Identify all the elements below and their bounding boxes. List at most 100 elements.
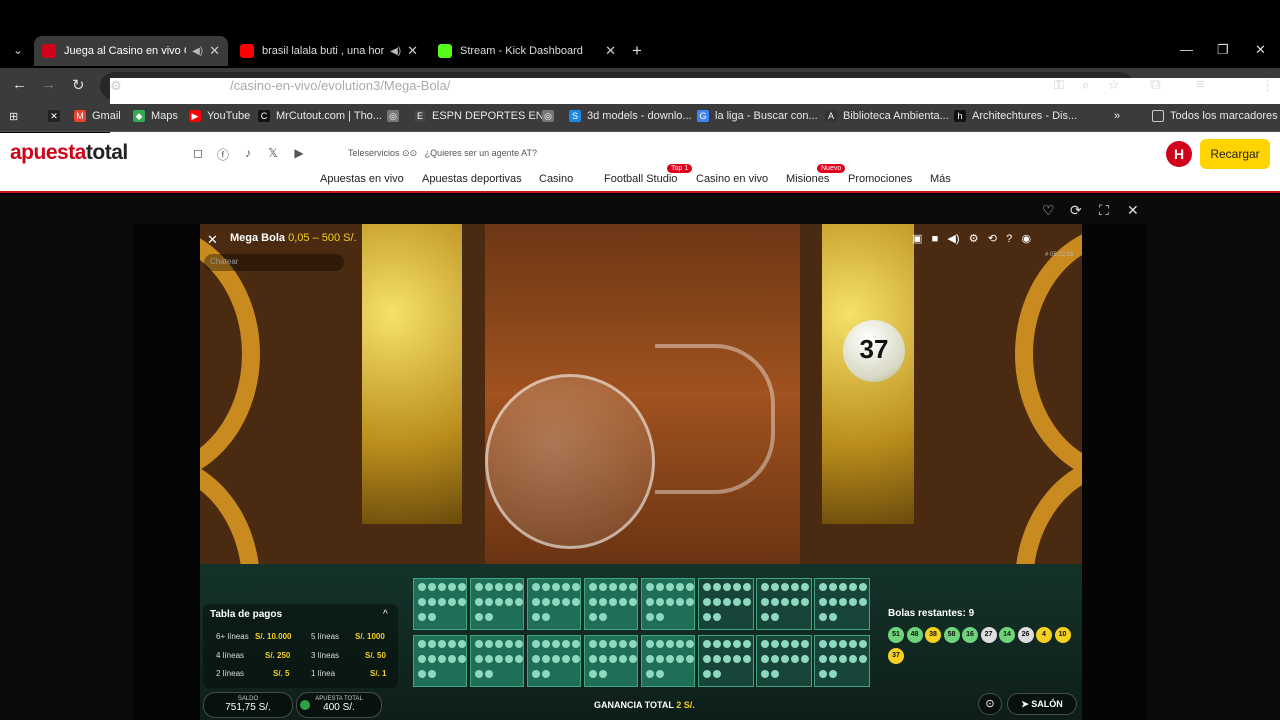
- bingo-card[interactable]: [814, 578, 870, 630]
- agent-link[interactable]: ¿Quieres ser un agente AT?: [425, 148, 537, 158]
- bingo-card[interactable]: [641, 578, 695, 630]
- bookmark-icon-only[interactable]: ✕: [48, 110, 66, 122]
- bingo-card[interactable]: [470, 578, 524, 630]
- card-number-dot: [458, 598, 466, 606]
- card-number-dot: [495, 655, 503, 663]
- apps-grid-icon[interactable]: ⊞: [9, 110, 18, 123]
- fullscreen-icon[interactable]: ⛶: [1099, 202, 1109, 219]
- tiktok-icon[interactable]: ♪: [240, 146, 256, 162]
- bookmark-mrcutout[interactable]: C MrCutout.com | Tho...: [258, 110, 382, 122]
- close-tab-icon[interactable]: ✕: [605, 43, 616, 59]
- minimize-icon[interactable]: —: [1180, 42, 1193, 57]
- tab-search-chevron-icon[interactable]: ⌄: [8, 40, 28, 60]
- teleservicios[interactable]: Teleservicios ⊙⊙ ¿Quieres ser un agente …: [348, 148, 537, 159]
- bookmark-maps[interactable]: ◆ Maps: [133, 110, 178, 122]
- bookmark-biblioteca[interactable]: A Biblioteca Ambienta...: [825, 110, 949, 122]
- new-tab-icon[interactable]: +: [632, 41, 642, 61]
- refresh-icon[interactable]: ⟳: [1070, 202, 1082, 219]
- nav-casino[interactable]: Casino: [539, 173, 573, 185]
- omnibox[interactable]: ⚙ apuestatotal.com/casino-en-vivo/evolut…: [100, 72, 1280, 138]
- nav-football-studio[interactable]: Football Studio: [604, 173, 677, 185]
- nav-misiones[interactable]: Misiones: [786, 173, 829, 185]
- bingo-cards-grid[interactable]: [413, 578, 870, 688]
- close-game-icon[interactable]: ✕: [1127, 202, 1139, 219]
- bingo-card[interactable]: [698, 635, 754, 687]
- back-icon[interactable]: ←: [12, 76, 27, 93]
- bookmark-star-icon[interactable]: ☆: [1108, 77, 1120, 93]
- card-number-dot: [646, 655, 654, 663]
- bet-limits: 0,05 – 500 S/.: [288, 232, 357, 244]
- collapse-icon[interactable]: ^: [383, 609, 388, 620]
- bingo-card[interactable]: [814, 635, 870, 687]
- apuestatotal-favicon-icon: [42, 44, 56, 58]
- chip-icon: [300, 700, 310, 710]
- bookmark-gmail[interactable]: M Gmail: [74, 110, 121, 122]
- bookmark-globe-icon[interactable]: ◎: [542, 110, 560, 122]
- bingo-card[interactable]: [413, 578, 467, 630]
- close-tab-icon[interactable]: ✕: [407, 43, 418, 59]
- bookmark-3dmodels[interactable]: S 3d models - downlo...: [569, 110, 692, 122]
- nav-mas[interactable]: Más: [930, 173, 951, 185]
- nav-promociones[interactable]: Promociones: [848, 173, 912, 185]
- bingo-card[interactable]: [527, 635, 581, 687]
- card-number-dot: [761, 613, 769, 621]
- avatar[interactable]: H: [1166, 141, 1192, 167]
- bingo-card[interactable]: [756, 635, 812, 687]
- extensions-icon[interactable]: ⧉: [1150, 76, 1161, 93]
- youtube-icon[interactable]: ▶: [291, 146, 307, 162]
- facebook-icon[interactable]: ⓕ: [215, 146, 231, 162]
- restore-icon[interactable]: ❐: [1217, 42, 1229, 58]
- video-icon[interactable]: ■: [932, 233, 939, 245]
- bookmark-espn[interactable]: E ESPN DEPORTES EN...: [414, 110, 553, 122]
- forward-icon[interactable]: →: [41, 76, 56, 93]
- password-key-icon[interactable]: ⚿: [1054, 77, 1064, 93]
- more-bookmarks-icon[interactable]: »: [1114, 110, 1120, 122]
- address-bar-row: ← → ↻ ⚙ apuestatotal.com/casino-en-vivo/…: [0, 68, 1280, 138]
- bingo-card[interactable]: [698, 578, 754, 630]
- multiview-icon[interactable]: ▣: [912, 233, 922, 245]
- tab-kick[interactable]: Stream - Kick Dashboard ✕: [430, 36, 624, 66]
- close-tab-icon[interactable]: ✕: [209, 43, 220, 59]
- nav-casino-en-vivo[interactable]: Casino en vivo: [696, 173, 768, 185]
- chat-toggle-icon[interactable]: ⊙: [978, 693, 1002, 715]
- close-window-icon[interactable]: ✕: [1255, 42, 1266, 58]
- salon-button[interactable]: ➤ SALÓN: [1007, 693, 1077, 715]
- favorite-heart-icon[interactable]: ♡: [1042, 202, 1055, 219]
- bookmark-architechtures[interactable]: h Architechtures - Dis...: [954, 110, 1077, 122]
- bookmark-youtube[interactable]: ▶ YouTube: [189, 110, 250, 122]
- media-controls-icon[interactable]: ≡: [1196, 76, 1205, 93]
- help-icon[interactable]: ?: [1006, 233, 1012, 245]
- reload-icon[interactable]: ↻: [72, 76, 85, 94]
- bookmark-globe-icon[interactable]: ◎: [387, 110, 405, 122]
- site-logo[interactable]: apuestatotal: [10, 141, 128, 165]
- tab-casino[interactable]: Juega al Casino en vivo Onli ◀) ✕: [34, 36, 228, 66]
- card-number-dot: [713, 613, 721, 621]
- card-number-dot: [656, 613, 664, 621]
- menu-icon[interactable]: ⋮: [1260, 76, 1275, 94]
- close-icon[interactable]: ✕: [207, 232, 218, 248]
- volume-icon[interactable]: ◀): [947, 233, 959, 245]
- recargar-button[interactable]: Recargar: [1200, 139, 1270, 169]
- bingo-card[interactable]: [470, 635, 524, 687]
- x-twitter-icon[interactable]: 𝕏: [265, 146, 281, 162]
- bingo-card[interactable]: [584, 635, 638, 687]
- chat-input[interactable]: Chatear: [204, 254, 344, 271]
- card-number-dot: [703, 583, 711, 591]
- bingo-card[interactable]: [641, 635, 695, 687]
- bingo-card[interactable]: [527, 578, 581, 630]
- bingo-card[interactable]: [756, 578, 812, 630]
- all-bookmarks[interactable]: Todos los marcadores: [1152, 110, 1278, 122]
- tab-youtube[interactable]: brasil lalala buti , una hora ◀) ✕: [232, 36, 426, 66]
- settings-icon[interactable]: ⚙: [969, 233, 979, 245]
- nav-apuestas-en-vivo[interactable]: Apuestas en vivo: [320, 173, 404, 185]
- lobby-icon[interactable]: ◉: [1021, 233, 1031, 245]
- url-text[interactable]: apuestatotal.com/casino-en-vivo/evolutio…: [131, 78, 450, 93]
- instagram-icon[interactable]: ◻: [190, 146, 206, 162]
- zoom-icon[interactable]: ⌕: [1082, 77, 1089, 93]
- history-icon[interactable]: ⟲: [988, 233, 997, 245]
- nav-apuestas-deportivas[interactable]: Apuestas deportivas: [422, 173, 522, 185]
- top1-badge: Top 1: [667, 164, 693, 173]
- bingo-card[interactable]: [584, 578, 638, 630]
- bookmark-laliga[interactable]: Gla liga - Buscar con...: [697, 110, 818, 122]
- bingo-card[interactable]: [413, 635, 467, 687]
